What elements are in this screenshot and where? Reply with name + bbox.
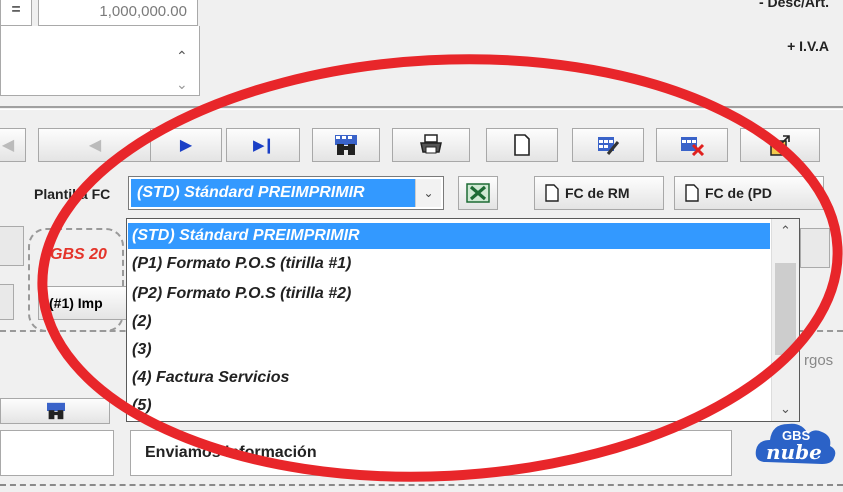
delete-grid-icon xyxy=(681,137,705,156)
search-binoculars-icon xyxy=(47,402,65,420)
cargos-label: rgos xyxy=(804,352,834,369)
export-button[interactable] xyxy=(740,128,820,162)
left-panel-button[interactable] xyxy=(0,226,24,266)
notes-textarea[interactable] xyxy=(0,26,200,96)
print-button[interactable] xyxy=(392,128,470,162)
document-icon xyxy=(545,184,559,202)
play-next-icon: ▶ xyxy=(179,137,193,154)
divider xyxy=(0,106,843,108)
dropdown-option[interactable]: (2) xyxy=(128,309,770,335)
document-icon xyxy=(685,184,699,202)
scroll-up-icon[interactable]: ⌃ xyxy=(176,48,188,65)
totals-area: = 1,000,000.00 ⌃ ⌄ - Desc/Art. + I.V.A xyxy=(0,0,843,110)
nube-logo-bottom: nube xyxy=(766,440,822,464)
fc-de-pd-label: FC de (PD xyxy=(705,185,772,201)
new-document-icon xyxy=(514,134,530,156)
dropdown-scrollbar[interactable]: ⌃ ⌄ xyxy=(771,219,799,421)
chevron-up-icon[interactable]: ⌃ xyxy=(772,219,799,243)
chevron-down-icon[interactable]: ⌄ xyxy=(415,179,441,207)
right-panel-button[interactable] xyxy=(800,228,830,268)
new-document-button[interactable] xyxy=(486,128,558,162)
divider xyxy=(0,109,843,110)
next-record-button[interactable]: ▶ xyxy=(150,128,222,162)
plantilla-label: Plantilla FC xyxy=(34,186,111,202)
delete-button[interactable] xyxy=(656,128,728,162)
plantilla-selected-value: (STD) Stándard PREIMPRIMIR xyxy=(131,179,415,207)
gbs-label: GBS 20 xyxy=(50,246,107,263)
excel-icon xyxy=(466,183,490,203)
last-record-button[interactable]: ▶❙ xyxy=(226,128,300,162)
dropdown-option[interactable]: (STD) Stándard PREIMPRIMIR xyxy=(128,223,770,249)
prev-record-button[interactable]: ◀ xyxy=(38,128,152,162)
bottom-left-field[interactable] xyxy=(0,430,114,476)
first-record-button[interactable]: ◀ xyxy=(0,128,26,162)
edit-grid-icon xyxy=(598,137,620,155)
scrollbar-thumb[interactable] xyxy=(775,263,796,355)
amount-field[interactable]: 1,000,000.00 xyxy=(38,0,198,26)
dashed-divider xyxy=(0,484,843,486)
plantilla-select[interactable]: (STD) Stándard PREIMPRIMIR ⌄ xyxy=(128,176,444,210)
last-record-icon: ▶❙ xyxy=(252,137,275,154)
message-field[interactable]: Enviamos información xyxy=(130,430,732,476)
print-icon xyxy=(420,134,442,154)
left-panel-button[interactable] xyxy=(0,284,14,320)
excel-export-button[interactable] xyxy=(458,176,498,210)
prev-record-icon: ◀ xyxy=(88,137,102,154)
desc-art-label: - Desc/Art. xyxy=(758,0,829,10)
dropdown-option[interactable]: (5) xyxy=(128,393,770,419)
invoice-window: = 1,000,000.00 ⌃ ⌄ - Desc/Art. + I.V.A ◀… xyxy=(0,0,843,492)
fc-de-rm-label: FC de RM xyxy=(565,185,630,201)
search-button[interactable] xyxy=(312,128,380,162)
plantilla-dropdown-list[interactable]: (STD) Stándard PREIMPRIMIR (P1) Formato … xyxy=(126,218,800,422)
dropdown-option[interactable]: (4) Factura Servicios xyxy=(128,365,770,391)
equals-sign: = xyxy=(0,0,32,26)
grid-search-button[interactable] xyxy=(0,398,110,424)
dropdown-option[interactable]: (3) xyxy=(128,337,770,363)
chevron-down-icon[interactable]: ⌄ xyxy=(772,397,799,421)
edit-button[interactable] xyxy=(572,128,644,162)
iva-label: + I.V.A xyxy=(787,38,829,54)
search-binoculars-icon xyxy=(335,135,357,155)
dropdown-option[interactable]: (P2) Formato P.O.S (tirilla #2) xyxy=(128,281,770,307)
fc-de-pd-button[interactable]: FC de (PD xyxy=(674,176,824,210)
export-icon xyxy=(770,135,790,156)
scroll-down-icon[interactable]: ⌄ xyxy=(176,76,188,93)
dropdown-option[interactable]: (P1) Formato P.O.S (tirilla #1) xyxy=(128,251,770,277)
fc-de-rm-button[interactable]: FC de RM xyxy=(534,176,664,210)
imp-button[interactable]: (#1) Imp xyxy=(38,286,130,320)
first-record-icon: ◀ xyxy=(1,137,15,154)
